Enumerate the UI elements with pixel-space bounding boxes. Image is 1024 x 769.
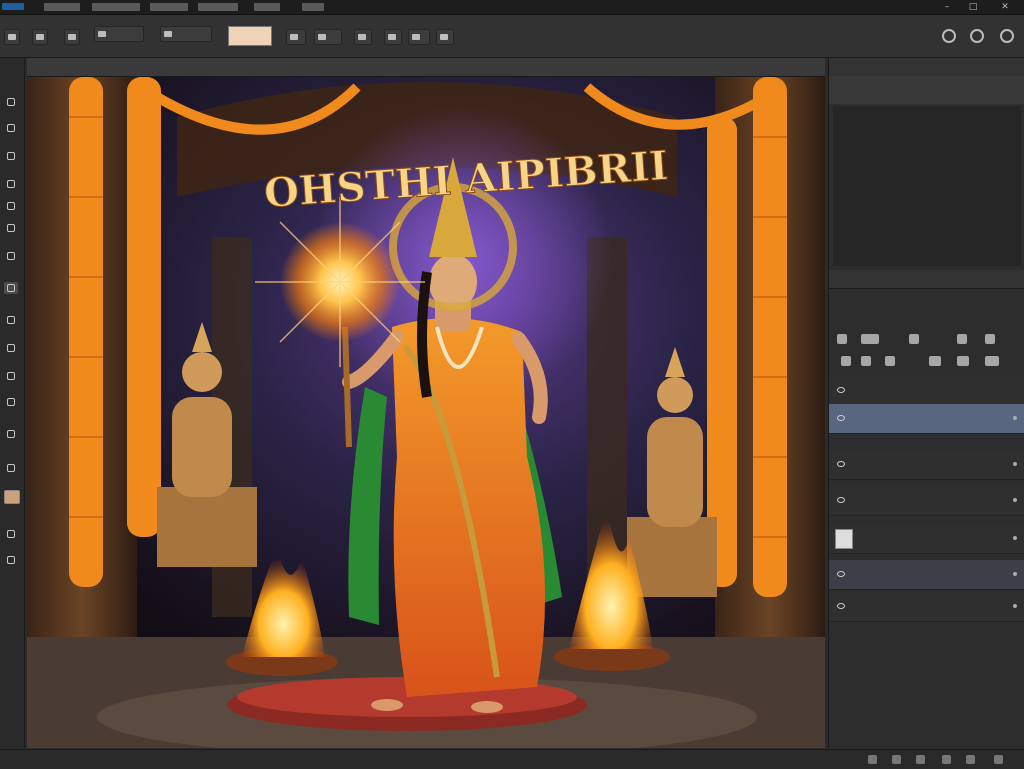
tools-panel	[0, 58, 25, 748]
menu-item-view[interactable]	[302, 3, 324, 11]
layers-lock-bar	[829, 352, 1024, 370]
gradient-tool-icon[interactable]	[4, 396, 18, 408]
layer-row[interactable]	[829, 376, 1024, 406]
layer-adjust-filter-icon[interactable]	[957, 334, 967, 344]
workspace-icon[interactable]	[1000, 29, 1014, 43]
lock-position-icon[interactable]	[861, 356, 871, 366]
status-icon[interactable]	[966, 755, 975, 764]
layer-row[interactable]	[829, 592, 1024, 622]
layer-row[interactable]	[829, 486, 1024, 516]
app-logo-icon	[2, 3, 24, 10]
option-dropdown[interactable]	[160, 26, 212, 42]
layer-thumbnail	[835, 529, 853, 549]
layer-image-filter-icon[interactable]	[909, 334, 919, 344]
quick-select-tool-icon[interactable]	[4, 178, 18, 190]
tool-preset-button[interactable]	[4, 29, 20, 45]
move-tool-icon[interactable]	[4, 96, 18, 108]
layer-opacity-field[interactable]	[957, 356, 969, 366]
settings-icon[interactable]	[942, 29, 956, 43]
zoom-tool-icon[interactable]	[4, 554, 18, 566]
right-panel-column	[828, 58, 1024, 748]
lock-all-icon[interactable]	[929, 356, 941, 366]
pen-tool-icon[interactable]	[4, 462, 18, 474]
history-brush-tool-icon[interactable]	[4, 342, 18, 354]
visibility-eye-icon[interactable]	[837, 415, 845, 421]
status-icon[interactable]	[916, 755, 925, 764]
crop-tool-icon[interactable]	[4, 200, 18, 212]
visibility-eye-icon[interactable]	[837, 603, 845, 609]
layers-panel-header	[829, 296, 1024, 316]
visibility-eye-icon[interactable]	[837, 461, 845, 467]
menu-item-file[interactable]	[44, 3, 80, 11]
eyedropper-tool-icon[interactable]	[4, 222, 18, 234]
status-icon[interactable]	[892, 755, 901, 764]
color-swatch[interactable]	[4, 490, 20, 504]
status-bar	[0, 749, 1024, 769]
status-icon[interactable]	[868, 755, 877, 764]
layer-row[interactable]	[829, 560, 1024, 590]
share-icon[interactable]	[970, 29, 984, 43]
layer-filter-icon[interactable]	[837, 334, 847, 344]
document-tab-bar	[27, 58, 825, 77]
layer-text-filter-icon[interactable]	[985, 334, 995, 344]
lock-pixels-icon[interactable]	[841, 356, 851, 366]
brush-tool-icon[interactable]	[4, 282, 18, 294]
layer-row[interactable]	[829, 450, 1024, 480]
maximize-icon[interactable]: □	[968, 2, 978, 12]
layer-options-icon[interactable]	[1013, 416, 1017, 420]
options-bar	[0, 15, 1024, 58]
visibility-eye-icon[interactable]	[837, 497, 845, 503]
canvas[interactable]: OHSTHI AIPIBRII	[27, 77, 825, 748]
menu-item-layer[interactable]	[198, 3, 238, 11]
menu-item-image[interactable]	[150, 3, 188, 11]
marquee-tool-icon[interactable]	[4, 122, 18, 134]
properties-body	[833, 106, 1021, 266]
layer-row-selected[interactable]	[829, 404, 1024, 434]
layer-options-icon[interactable]	[1013, 604, 1017, 608]
status-icon[interactable]	[994, 755, 1003, 764]
option-button[interactable]	[286, 29, 306, 45]
artwork-image: OHSTHI AIPIBRII	[27, 77, 825, 748]
layer-options-icon[interactable]	[1013, 572, 1017, 576]
option-button[interactable]	[64, 29, 80, 45]
properties-tabs	[829, 58, 1024, 77]
dodge-tool-icon[interactable]	[4, 428, 18, 440]
option-button[interactable]	[408, 29, 430, 45]
properties-row[interactable]	[829, 76, 1024, 104]
layer-fill-field[interactable]	[985, 356, 999, 366]
menu-item-select[interactable]	[254, 3, 280, 11]
visibility-eye-icon[interactable]	[837, 387, 845, 393]
option-button[interactable]	[384, 29, 402, 45]
visibility-eye-icon[interactable]	[837, 571, 845, 577]
option-button[interactable]	[314, 29, 342, 45]
option-button[interactable]	[354, 29, 372, 45]
lasso-tool-icon[interactable]	[4, 150, 18, 162]
eraser-tool-icon[interactable]	[4, 370, 18, 382]
lock-artboard-icon[interactable]	[885, 356, 895, 366]
menu-item-edit[interactable]	[92, 3, 140, 11]
option-button[interactable]	[436, 29, 454, 45]
option-dropdown[interactable]	[94, 26, 144, 42]
layer-options-icon[interactable]	[1013, 462, 1017, 466]
layers-toolbar	[829, 330, 1024, 348]
hand-tool-icon[interactable]	[4, 528, 18, 540]
layer-options-icon[interactable]	[1013, 536, 1017, 540]
layers-tabs	[829, 270, 1024, 289]
layer-row[interactable]	[829, 524, 1024, 554]
close-icon[interactable]: ✕	[1000, 2, 1010, 12]
document-tab[interactable]	[33, 62, 41, 72]
layer-options-icon[interactable]	[1013, 498, 1017, 502]
layer-kind-dropdown-icon[interactable]	[861, 334, 879, 344]
healing-tool-icon[interactable]	[4, 250, 18, 262]
minimize-icon[interactable]: –	[942, 2, 952, 12]
clone-stamp-tool-icon[interactable]	[4, 314, 18, 326]
option-button[interactable]	[32, 29, 48, 45]
foreground-color-swatch[interactable]	[228, 26, 272, 46]
status-icon[interactable]	[942, 755, 951, 764]
menu-bar: – □ ✕	[0, 0, 1024, 15]
